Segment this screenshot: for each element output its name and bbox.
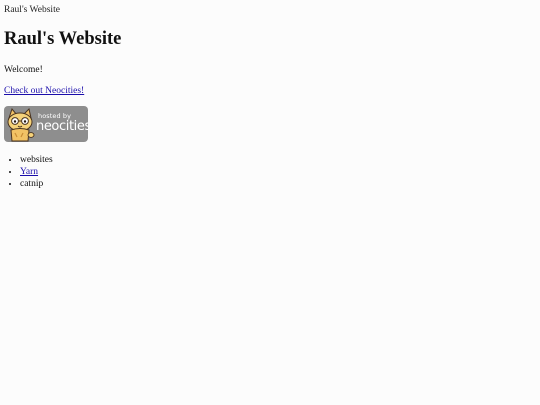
topic-list: websites Yarn catnip <box>4 154 524 190</box>
list-item: Yarn <box>20 166 524 178</box>
hosted-by-neocities-badge[interactable]: hosted by neocities <box>4 106 88 142</box>
window-title: Raul's Website <box>4 5 60 15</box>
list-item: websites <box>20 154 524 166</box>
neocities-cat-icon <box>7 107 35 142</box>
list-item-catnip: catnip <box>20 179 44 189</box>
yarn-link[interactable]: Yarn <box>20 167 38 177</box>
page-content: Raul's Website Welcome! Check out Neocit… <box>4 28 524 190</box>
welcome-text: Welcome! <box>4 65 43 75</box>
neocities-link[interactable]: Check out Neocities! <box>4 85 84 97</box>
page-title: Raul's Website <box>4 29 122 49</box>
list-item-websites: websites <box>20 155 53 165</box>
list-item: catnip <box>20 178 524 190</box>
badge-brand-text: neocities <box>36 119 88 134</box>
